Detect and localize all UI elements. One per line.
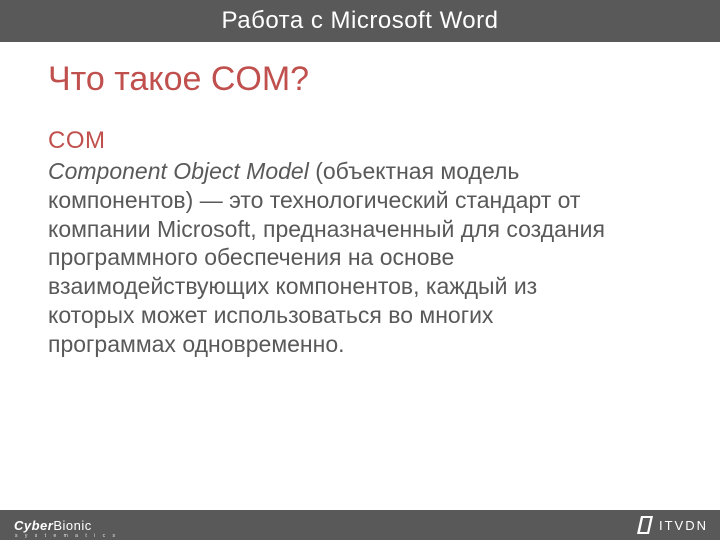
footer-left-logo: CyberBionic s y s t e m a t i c s: [14, 518, 92, 533]
logo-left-bold: Cyber: [14, 518, 53, 533]
slide-footer: CyberBionic s y s t e m a t i c s ITVDN: [0, 510, 720, 540]
slide-header: Работа с Microsoft Word: [0, 0, 720, 42]
footer-right-logo: ITVDN: [637, 516, 708, 534]
slide-body: Component Object Model (объектная модель…: [48, 157, 608, 358]
parallelogram-icon: [637, 516, 653, 534]
body-rest: (объектная модель компонентов) — это тех…: [48, 158, 605, 357]
slide-subhead: COM: [48, 127, 672, 155]
header-title: Работа с Microsoft Word: [222, 7, 499, 35]
slide-content: Что такое COM? COM Component Object Mode…: [0, 42, 720, 358]
footer-right-text: ITVDN: [659, 518, 708, 533]
slide-title: Что такое COM?: [48, 60, 672, 99]
logo-left-sub: s y s t e m a t i c s: [15, 533, 118, 539]
logo-left-light: Bionic: [53, 518, 91, 533]
body-emphasis: Component Object Model: [48, 158, 309, 184]
